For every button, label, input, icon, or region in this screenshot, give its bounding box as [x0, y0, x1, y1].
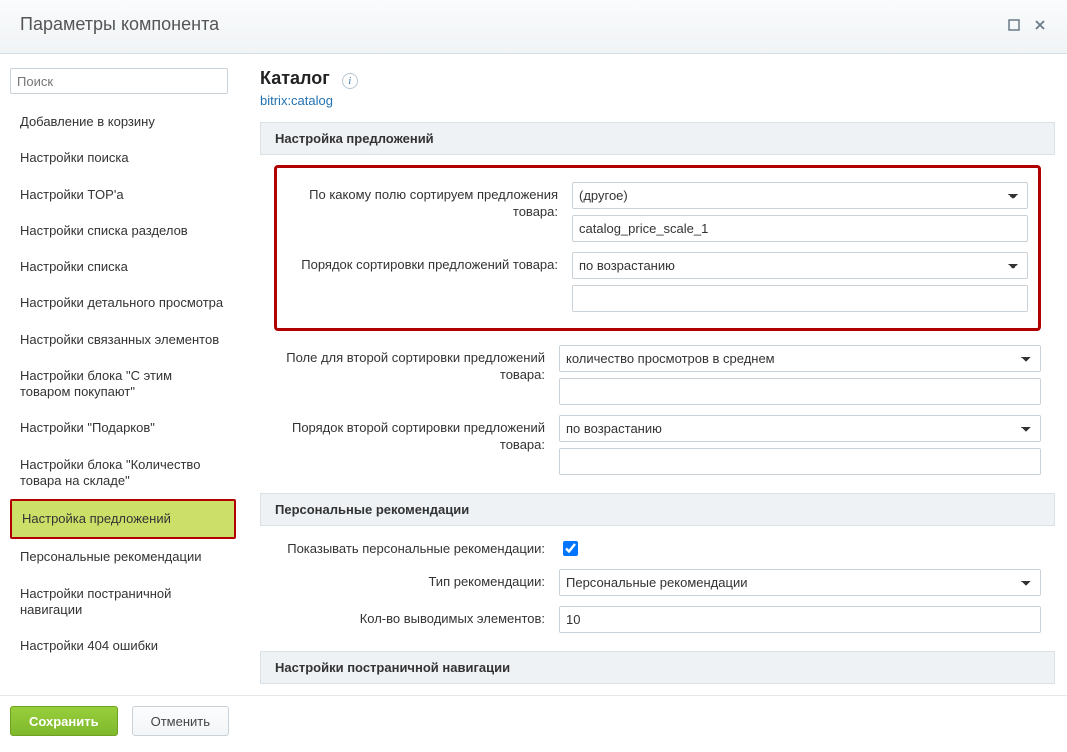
- sort-order-select[interactable]: по возрастанию: [572, 252, 1028, 279]
- sidebar-item[interactable]: Настройки постраничной навигации: [10, 576, 236, 629]
- section-offers-head: Настройка предложений: [260, 122, 1055, 155]
- close-icon[interactable]: [1033, 18, 1047, 32]
- sort-order-label: Порядок сортировки предложений товара:: [287, 252, 572, 312]
- sort2-order-input[interactable]: [559, 448, 1041, 475]
- cancel-button[interactable]: Отменить: [132, 706, 229, 736]
- sidebar-list[interactable]: Добавление в корзину Настройки поиска На…: [10, 104, 236, 664]
- dialog-header: Параметры компонента: [0, 0, 1067, 54]
- page-title: Каталог: [260, 68, 330, 89]
- sidebar-item[interactable]: Настройки TOP'а: [10, 177, 236, 213]
- sort-field-select[interactable]: (другое): [572, 182, 1028, 209]
- sidebar-item[interactable]: Настройки блока "Количество товара на ск…: [10, 447, 236, 500]
- personal-show-label: Показывать персональные рекомендации:: [274, 536, 559, 559]
- sidebar-item[interactable]: Настройки поиска: [10, 140, 236, 176]
- dialog-title: Параметры компонента: [20, 14, 219, 35]
- sidebar-item[interactable]: Настройки 404 ошибки: [10, 628, 236, 664]
- sidebar-item[interactable]: Персональные рекомендации: [10, 539, 236, 575]
- sidebar-item[interactable]: Настройки "Подарков": [10, 410, 236, 446]
- sidebar-item[interactable]: Настройки блока "С этим товаром покупают…: [10, 358, 236, 411]
- sidebar-item-offers[interactable]: Настройка предложений: [10, 499, 236, 539]
- sidebar-item[interactable]: Настройки списка: [10, 249, 236, 285]
- sidebar-item[interactable]: Добавление в корзину: [10, 104, 236, 140]
- personal-type-label: Тип рекомендации:: [274, 569, 559, 596]
- sort2-field-label: Поле для второй сортировки предложений т…: [274, 345, 559, 405]
- section-personal-head: Персональные рекомендации: [260, 493, 1055, 526]
- main-panel: Каталог i bitrix:catalog Настройка предл…: [260, 68, 1057, 694]
- sort-field-input[interactable]: [572, 215, 1028, 242]
- sort2-field-select[interactable]: количество просмотров в среднем: [559, 345, 1041, 372]
- sort2-order-select[interactable]: по возрастанию: [559, 415, 1041, 442]
- personal-type-select[interactable]: Персональные рекомендации: [559, 569, 1041, 596]
- personal-count-label: Кол-во выводимых элементов:: [274, 606, 559, 633]
- sidebar-item[interactable]: Настройки связанных элементов: [10, 322, 236, 358]
- personal-show-checkbox[interactable]: [563, 541, 578, 556]
- save-button[interactable]: Сохранить: [10, 706, 118, 736]
- highlight-box: По какому полю сортируем предложения тов…: [274, 165, 1041, 331]
- component-code: bitrix:catalog: [260, 93, 1057, 108]
- sort-field-label: По какому полю сортируем предложения тов…: [287, 182, 572, 242]
- section-pager-head: Настройки постраничной навигации: [260, 651, 1055, 684]
- dialog-footer: Сохранить Отменить: [0, 695, 1067, 752]
- search-input[interactable]: [10, 68, 228, 94]
- sort2-order-label: Порядок второй сортировки предложений то…: [274, 415, 559, 475]
- personal-count-input[interactable]: [559, 606, 1041, 633]
- sidebar-item[interactable]: Настройки детального просмотра: [10, 285, 236, 321]
- sort-order-input[interactable]: [572, 285, 1028, 312]
- info-icon[interactable]: i: [342, 73, 358, 89]
- sort2-field-input[interactable]: [559, 378, 1041, 405]
- sidebar-item[interactable]: Настройки списка разделов: [10, 213, 236, 249]
- maximize-icon[interactable]: [1007, 18, 1021, 32]
- main-scroll[interactable]: Настройка предложений По какому полю сор…: [260, 122, 1057, 694]
- sidebar: Добавление в корзину Настройки поиска На…: [10, 68, 240, 694]
